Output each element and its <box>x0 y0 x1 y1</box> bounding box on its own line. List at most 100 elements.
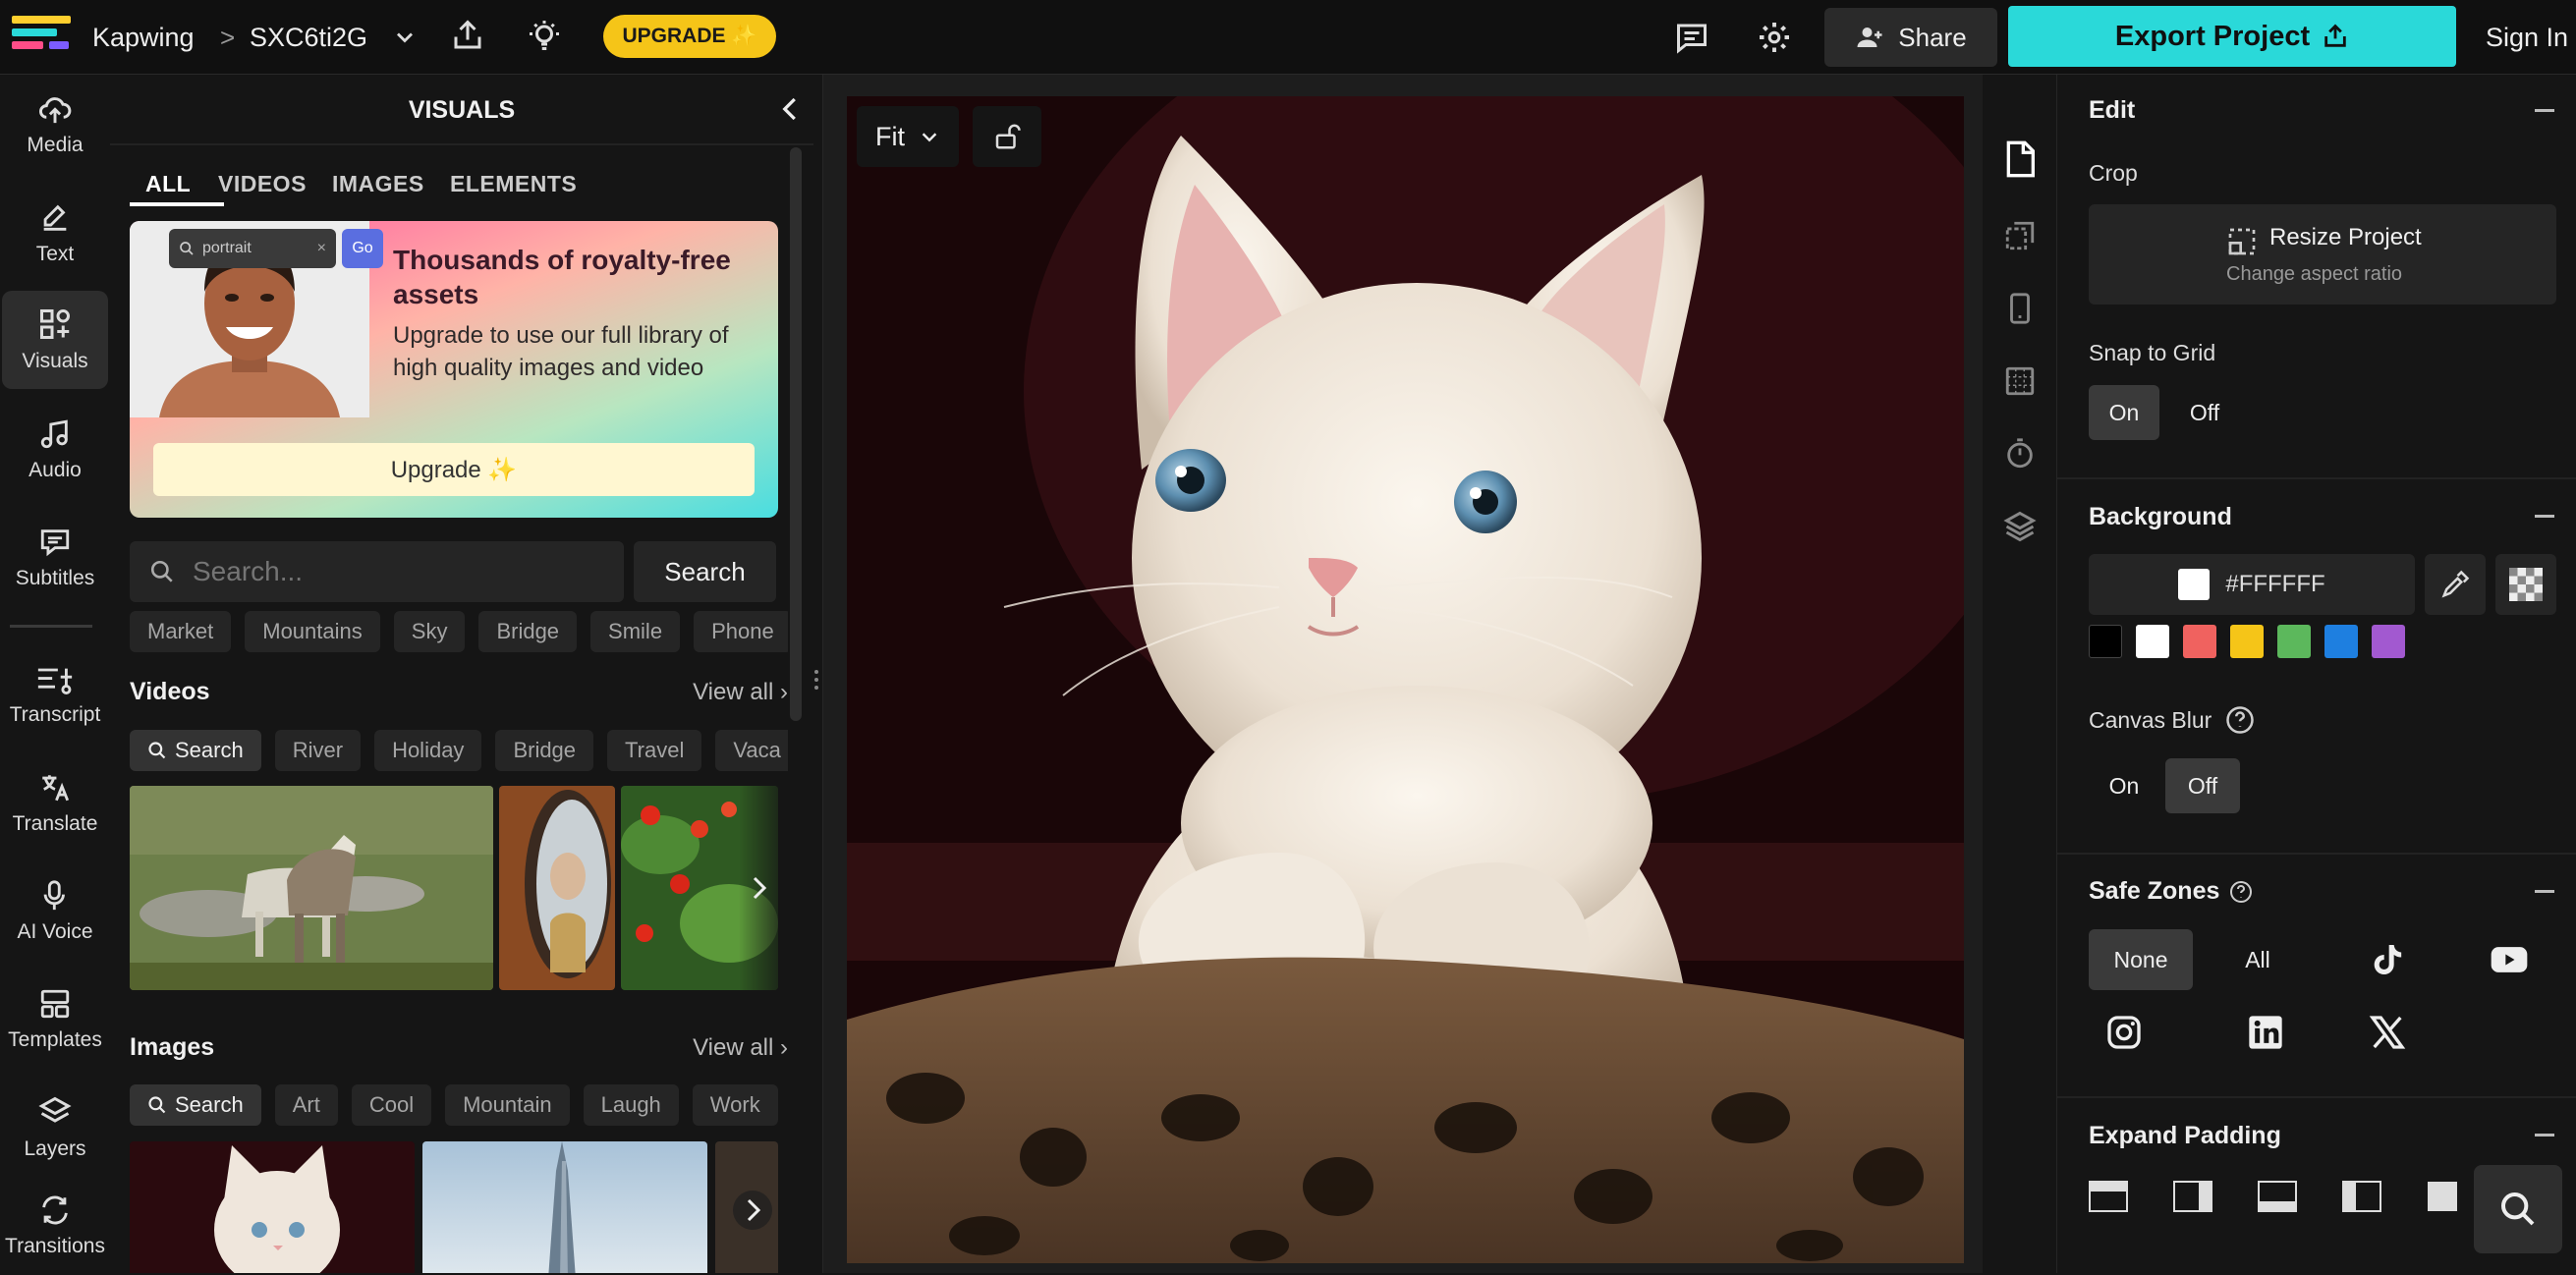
suggestion-chip[interactable]: Mountains <box>245 611 380 652</box>
nav-media[interactable]: Media <box>2 77 108 175</box>
app-name[interactable]: Kapwing <box>92 18 195 57</box>
promo-upgrade-button[interactable]: Upgrade ✨ <box>153 443 755 496</box>
page-document-icon[interactable] <box>2000 139 2040 179</box>
kapwing-logo[interactable] <box>12 14 75 59</box>
color-swatch[interactable] <box>2324 625 2358 658</box>
nav-translate[interactable]: Translate <box>2 754 108 853</box>
videos-view-all[interactable]: View all › <box>693 679 788 706</box>
safe-zone-tiktok[interactable] <box>2350 929 2425 990</box>
images-search-chip[interactable]: Search <box>130 1084 261 1126</box>
videos-carousel-next[interactable] <box>739 786 778 990</box>
videos-search-chip[interactable]: Search <box>130 730 261 771</box>
color-swatch[interactable] <box>2372 625 2405 658</box>
color-swatch[interactable] <box>2183 625 2216 658</box>
project-name[interactable]: SXC6ti2G <box>250 18 367 57</box>
eyedropper-button[interactable] <box>2425 554 2486 615</box>
mobile-preview-icon[interactable] <box>2000 289 2040 328</box>
snap-off-toggle[interactable]: Off <box>2169 385 2240 440</box>
tab-elements[interactable]: ELEMENTS <box>450 171 577 197</box>
help-question-icon[interactable] <box>2229 880 2253 904</box>
grid-guides-icon[interactable] <box>2000 361 2040 401</box>
nav-layers[interactable]: Layers <box>2 1079 108 1177</box>
aspect-lock-button[interactable] <box>973 106 1041 167</box>
tab-all[interactable]: ALL <box>145 171 191 197</box>
blur-off-toggle[interactable]: Off <box>2165 758 2240 813</box>
collapse-edit-minus-icon[interactable] <box>2535 109 2554 112</box>
image-tag-chip[interactable]: Cool <box>351 1084 432 1126</box>
image-tag-chip[interactable]: Art <box>274 1084 338 1126</box>
color-swatch[interactable] <box>2230 625 2264 658</box>
collapse-safe-zones-minus-icon[interactable] <box>2535 890 2554 893</box>
sign-in-link[interactable]: Sign In <box>2486 18 2568 57</box>
safe-zone-x[interactable] <box>2350 1002 2425 1063</box>
canvas-kitten-image[interactable]: Fit <box>847 96 1964 1263</box>
suggestion-chip[interactable]: Sky <box>393 611 466 652</box>
theme-bulb-icon[interactable] <box>527 18 562 53</box>
suggestion-chip[interactable]: Market <box>130 611 232 652</box>
padding-left-icon[interactable] <box>2342 1181 2381 1212</box>
blur-on-toggle[interactable]: On <box>2089 758 2159 813</box>
nav-subtitles[interactable]: Subtitles <box>2 509 108 607</box>
upgrade-button[interactable]: UPGRADE ✨ <box>603 15 776 58</box>
image-tag-chip[interactable]: Laugh <box>583 1084 679 1126</box>
snap-on-toggle[interactable]: On <box>2089 385 2159 440</box>
images-carousel-next[interactable] <box>727 1141 778 1273</box>
images-view-all[interactable]: View all › <box>693 1034 788 1062</box>
image-tag-chip[interactable]: Work <box>692 1084 778 1126</box>
duplicate-icon[interactable] <box>2000 216 2040 255</box>
nav-visuals[interactable]: Visuals <box>2 291 108 389</box>
video-thumbnail-flowers[interactable] <box>621 786 778 990</box>
share-button[interactable]: Share <box>1824 8 1997 67</box>
video-tag-chip[interactable]: Travel <box>607 730 702 771</box>
transparent-background-button[interactable] <box>2495 554 2556 615</box>
video-tag-chip[interactable]: Holiday <box>374 730 482 771</box>
nav-transitions[interactable]: Transitions <box>2 1177 108 1275</box>
video-tag-chip[interactable]: Vaca <box>715 730 788 771</box>
nav-ai-voice[interactable]: AI Voice <box>2 862 108 961</box>
image-thumbnail-tower[interactable] <box>422 1141 707 1273</box>
nav-audio[interactable]: Audio <box>2 401 108 499</box>
collapse-panel-chevron-icon[interactable] <box>776 94 806 124</box>
search-button[interactable]: Search <box>634 541 776 602</box>
collapse-padding-minus-icon[interactable] <box>2535 1134 2554 1136</box>
padding-top-icon[interactable] <box>2089 1181 2128 1212</box>
background-color-field[interactable]: #FFFFFF <box>2089 554 2415 615</box>
suggestion-chip[interactable]: Phone <box>694 611 788 652</box>
layers-stack-icon[interactable] <box>2000 507 2040 546</box>
suggestion-chip[interactable]: Smile <box>590 611 681 652</box>
panel-scrollbar[interactable] <box>790 147 802 721</box>
export-project-button[interactable]: Export Project <box>2008 6 2456 67</box>
safe-zone-youtube[interactable] <box>2472 929 2547 990</box>
collapse-background-minus-icon[interactable] <box>2535 515 2554 518</box>
search-input[interactable] <box>193 556 605 587</box>
image-tag-chip[interactable]: Mountain <box>445 1084 570 1126</box>
safe-zone-none[interactable]: None <box>2089 929 2193 990</box>
video-thumbnail-horses[interactable] <box>130 786 493 990</box>
panel-resize-handle[interactable] <box>812 668 820 692</box>
video-tag-chip[interactable]: River <box>274 730 362 771</box>
tab-videos[interactable]: VIDEOS <box>218 171 307 197</box>
search-fab-button[interactable] <box>2474 1165 2562 1253</box>
help-question-icon[interactable] <box>2225 705 2255 735</box>
color-swatch[interactable] <box>2136 625 2169 658</box>
padding-all-icon[interactable] <box>2427 1181 2458 1212</box>
suggestion-chip[interactable]: Bridge <box>478 611 578 652</box>
image-thumbnail-kitten[interactable] <box>130 1141 415 1273</box>
settings-gear-icon[interactable] <box>1757 20 1792 55</box>
padding-bottom-icon[interactable] <box>2258 1181 2297 1212</box>
video-thumbnail-mirror[interactable] <box>499 786 615 990</box>
image-thumbnail-partial[interactable] <box>715 1141 778 1273</box>
padding-right-icon[interactable] <box>2173 1181 2212 1212</box>
comments-icon[interactable] <box>1674 20 1709 55</box>
zoom-fit-dropdown[interactable]: Fit <box>857 106 959 167</box>
safe-zone-all[interactable]: All <box>2211 929 2305 990</box>
asset-search-field[interactable] <box>130 541 624 602</box>
nav-templates[interactable]: Templates <box>2 970 108 1069</box>
nav-transcript[interactable]: Transcript <box>2 646 108 745</box>
tab-images[interactable]: IMAGES <box>332 171 424 197</box>
safe-zone-instagram[interactable] <box>2087 1002 2161 1063</box>
upload-export-icon[interactable] <box>450 18 485 53</box>
nav-text[interactable]: Text <box>2 185 108 283</box>
color-swatch[interactable] <box>2089 625 2122 658</box>
color-swatch[interactable] <box>2277 625 2311 658</box>
